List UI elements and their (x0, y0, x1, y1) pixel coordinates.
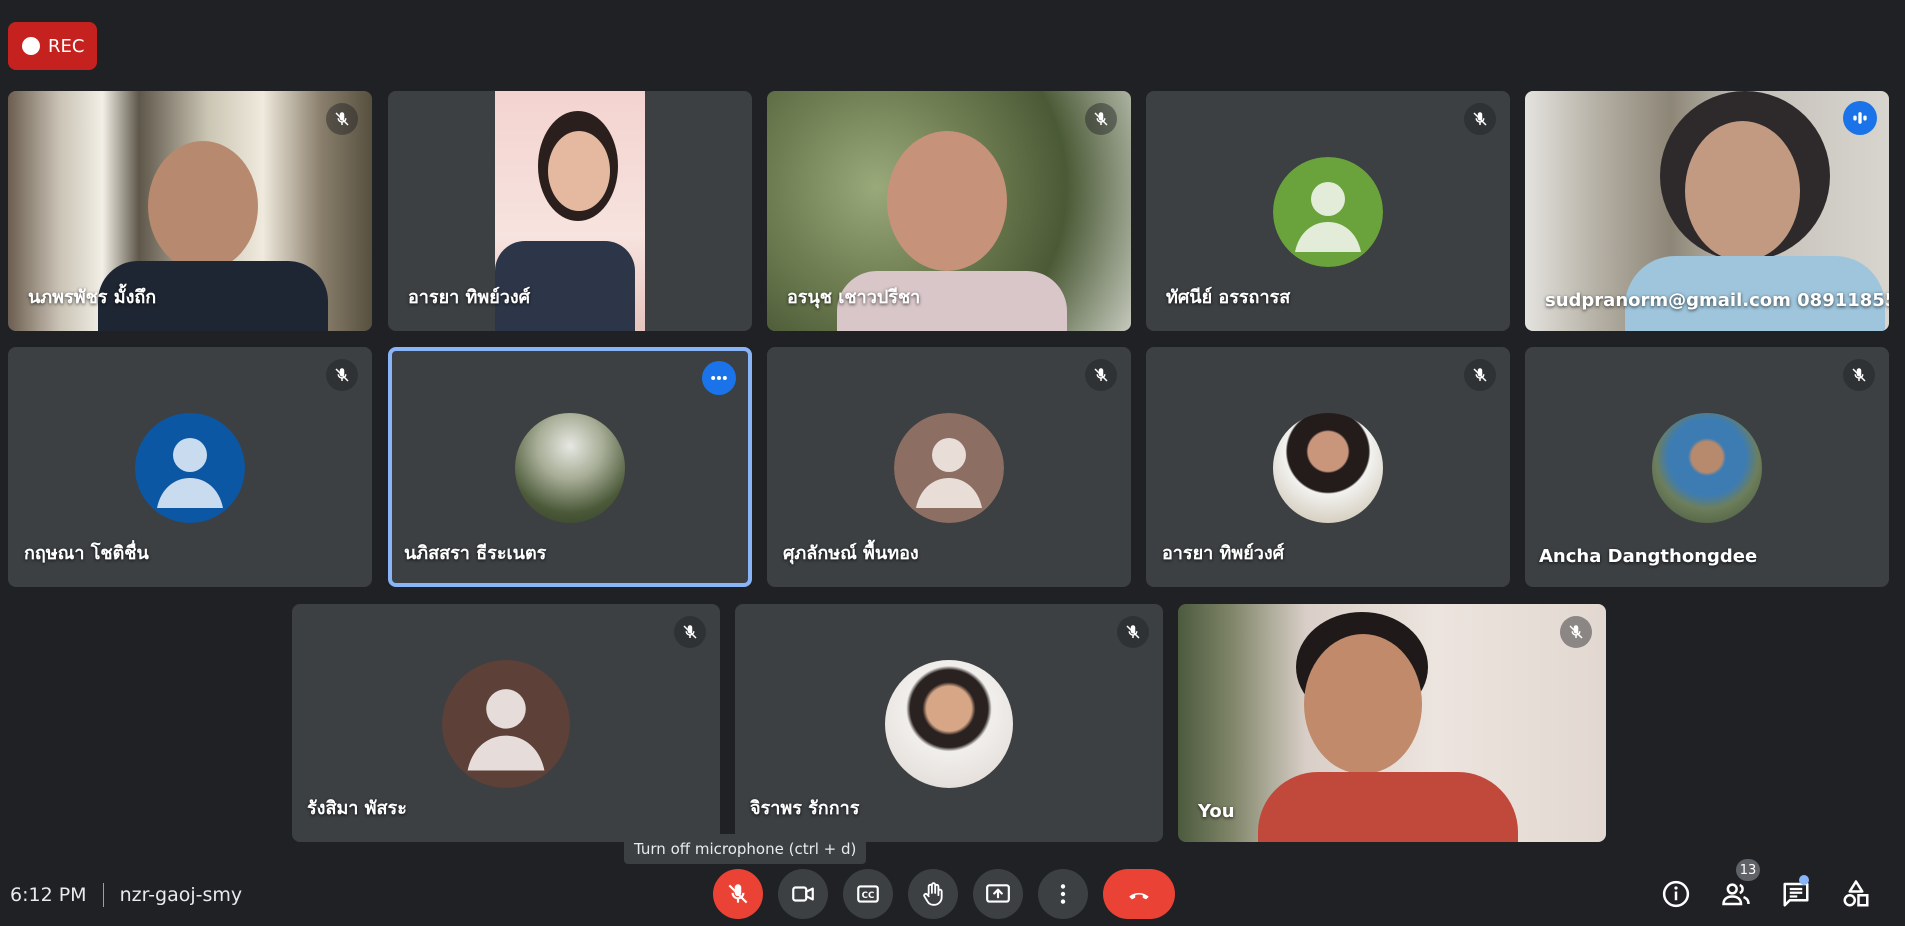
participant-tile-selected[interactable]: นภิสสรา ธีระเนตร (388, 347, 752, 587)
participant-name: ศุภลักษณ์ พื้นทอง (783, 543, 919, 564)
more-horiz-icon (711, 376, 727, 380)
participant-tile[interactable]: ศุภลักษณ์ พื้นทอง (767, 347, 1131, 587)
present-screen-icon (986, 884, 1010, 903)
mic-off-icon (1852, 368, 1866, 382)
participant-name: กฤษณา โชติชื่น (24, 543, 149, 564)
meeting-code: nzr-gaoj-smy (119, 884, 243, 906)
muted-indicator (1843, 359, 1875, 391)
muted-indicator (1464, 359, 1496, 391)
muted-indicator (1464, 103, 1496, 135)
call-end-icon (1129, 893, 1149, 900)
divider (102, 883, 104, 907)
participant-name: sudpranorm@gmail.com 0891185551 (1545, 290, 1889, 311)
person-icon (135, 413, 245, 523)
self-view-tile[interactable]: You (1178, 604, 1606, 842)
participant-face (1685, 121, 1800, 261)
mic-off-icon (1569, 625, 1583, 639)
participant-count-badge: 13 (1736, 859, 1760, 881)
people-icon (1722, 883, 1750, 906)
mic-off-icon (1126, 625, 1140, 639)
participant-avatar-photo (1273, 413, 1383, 523)
more-vert-icon (1060, 884, 1066, 904)
participant-face-skin (548, 131, 610, 211)
participant-tile[interactable]: sudpranorm@gmail.com 0891185551 (1525, 91, 1889, 331)
mic-off-icon (683, 625, 697, 639)
participant-avatar-photo (885, 660, 1013, 788)
participant-name: นภพรพัชร มั้งถึก (28, 287, 157, 308)
more-options-button[interactable] (702, 361, 736, 395)
muted-indicator (1085, 359, 1117, 391)
participant-tile[interactable]: อารยา ทิพย์วงศ์ (1146, 347, 1510, 587)
speaking-indicator (1843, 101, 1877, 135)
captions-button[interactable]: CC (843, 869, 893, 919)
participant-name: นภิสสรา ธีระเนตร (404, 543, 547, 564)
person-icon (894, 413, 1004, 523)
recording-label: REC (48, 35, 85, 57)
muted-indicator (1085, 103, 1117, 135)
default-avatar (135, 413, 245, 523)
mic-off-icon (1473, 368, 1487, 382)
participant-name: รังสิมา พัสระ (307, 798, 407, 819)
unread-dot (1799, 875, 1809, 885)
recording-indicator: REC (8, 22, 97, 70)
participant-tile[interactable]: รังสิมา พัสระ (292, 604, 720, 842)
audio-level-icon (1853, 112, 1867, 124)
mic-off-icon (1473, 112, 1487, 126)
participant-tile[interactable]: Ancha Dangthongdee (1525, 347, 1889, 587)
participant-name: ทัศนีย์ อรรถารส (1166, 287, 1291, 308)
participant-name: อารยา ทิพย์วงศ์ (1162, 543, 1285, 564)
participant-tile[interactable]: อารยา ทิพย์วงศ์ (388, 91, 752, 331)
participant-avatar-photo (1652, 413, 1762, 523)
participant-shirt (1258, 772, 1518, 842)
default-avatar (1273, 157, 1383, 267)
default-avatar (442, 660, 570, 788)
person-icon (1273, 157, 1383, 267)
muted-indicator (1560, 616, 1592, 648)
muted-indicator (326, 103, 358, 135)
participant-avatar-photo (515, 413, 625, 523)
microphone-button[interactable] (713, 869, 763, 919)
muted-indicator (1117, 616, 1149, 648)
mic-off-icon (728, 884, 748, 904)
activities-icon (1843, 880, 1869, 907)
present-button[interactable] (973, 869, 1023, 919)
participant-tile[interactable]: กฤษณา โชติชื่น (8, 347, 372, 587)
participant-name: จิราพร รักการ (750, 798, 860, 819)
participant-tile[interactable]: นภพรพัชร มั้งถึก (8, 91, 372, 331)
videocam-icon (792, 886, 814, 902)
mic-off-icon (335, 368, 349, 382)
svg-text:CC: CC (862, 891, 875, 901)
mic-off-icon (1094, 112, 1108, 126)
participant-name: อรนุช เชาวปรีชา (787, 287, 921, 308)
raise-hand-button[interactable] (908, 869, 958, 919)
participant-name: You (1198, 801, 1235, 822)
activities-button[interactable] (1834, 872, 1878, 916)
meeting-details-button[interactable] (1654, 872, 1698, 916)
participant-face (887, 131, 1007, 271)
participant-name: อารยา ทิพย์วงศ์ (408, 287, 531, 308)
more-options-button[interactable] (1038, 869, 1088, 919)
mic-off-icon (1094, 368, 1108, 382)
participant-name: Ancha Dangthongdee (1539, 546, 1758, 567)
record-dot-icon (22, 37, 40, 55)
meeting-details: 6:12 PM nzr-gaoj-smy (10, 880, 242, 910)
chat-button[interactable] (1774, 872, 1818, 916)
default-avatar (894, 413, 1004, 523)
participant-tile[interactable]: ทัศนีย์ อรรถารส (1146, 91, 1510, 331)
camera-button[interactable] (778, 869, 828, 919)
person-icon (442, 660, 570, 788)
raise-hand-icon (923, 882, 943, 906)
info-icon (1662, 880, 1690, 908)
microphone-tooltip: Turn off microphone (ctrl + d) (624, 834, 867, 864)
muted-indicator (674, 616, 706, 648)
clock-time: 6:12 PM (10, 884, 87, 906)
participant-face (1304, 634, 1422, 774)
closed-caption-icon: CC (857, 885, 879, 903)
participant-tile[interactable]: อรนุช เชาวปรีชา (767, 91, 1131, 331)
muted-indicator (326, 359, 358, 391)
leave-call-button[interactable] (1103, 869, 1175, 919)
participant-face (148, 141, 258, 271)
participant-tile[interactable]: จิราพร รักการ (735, 604, 1163, 842)
mic-off-icon (335, 112, 349, 126)
